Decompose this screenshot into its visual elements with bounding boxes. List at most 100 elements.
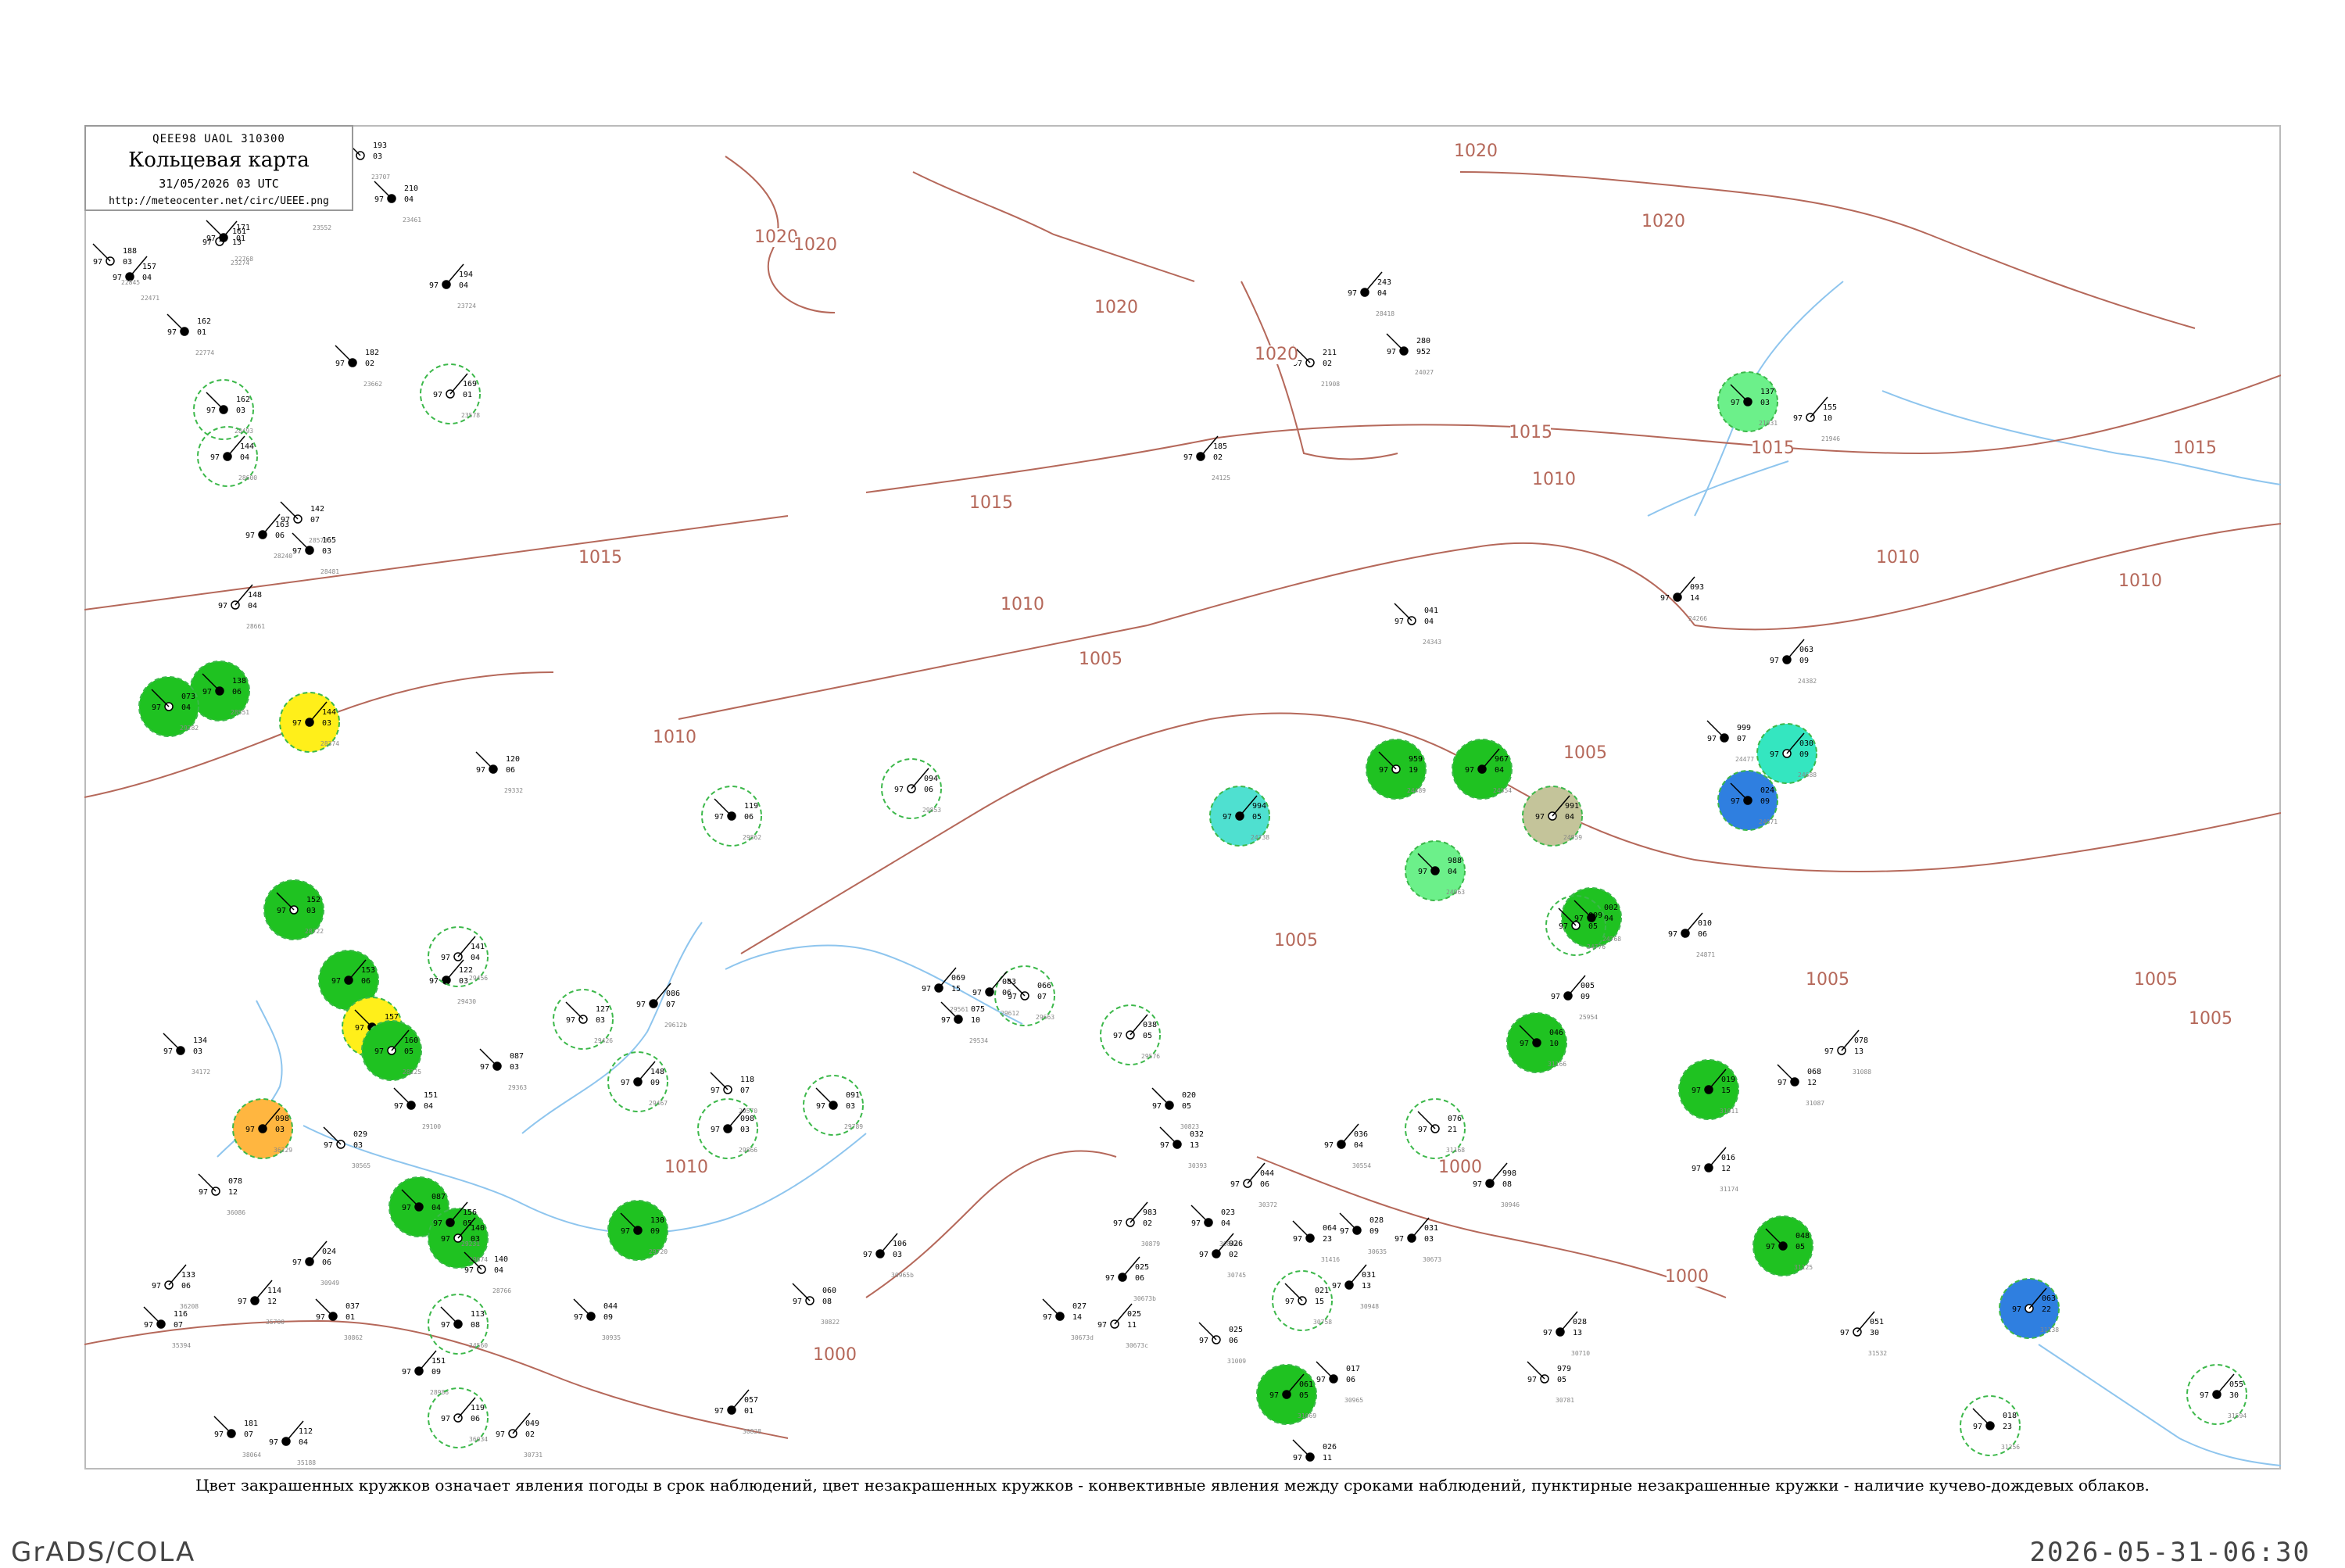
weather-station: 087 97 03 29363 — [479, 1048, 527, 1091]
weather-station: 967 97 04 24554 — [1452, 739, 1513, 800]
station-tendency: 06 — [1002, 989, 1011, 997]
weather-station: 044 97 09 30935 — [573, 1298, 621, 1341]
station-tendency: 30 — [1870, 1329, 1879, 1337]
isobar-label: 1000 — [1438, 1158, 1482, 1177]
station-pressure: 194 — [459, 270, 473, 279]
weather-station: 113 97 08 34560 — [428, 1294, 489, 1355]
station-temperature: 97 — [1160, 1141, 1169, 1150]
weather-station: 144 97 03 28374 — [279, 692, 340, 753]
station-tendency: 13 — [1362, 1282, 1371, 1291]
weather-station: 037 97 01 30862 — [315, 1298, 363, 1341]
weather-station: 169 97 01 23578 — [420, 363, 481, 424]
station-temperature: 97 — [1394, 618, 1404, 626]
isobar-label: 1010 — [664, 1158, 708, 1177]
station-temperature: 97 — [1668, 930, 1677, 939]
station-index: 23461 — [403, 217, 421, 224]
station-tendency: 06 — [744, 813, 754, 822]
station-index: 30565 — [352, 1162, 371, 1169]
station-tendency: 02 — [1323, 360, 1332, 368]
isobar-label: 1020 — [754, 227, 798, 247]
station-pressure: 165 — [322, 536, 336, 545]
station-temperature: 97 — [433, 1219, 442, 1228]
station-tendency: 04 — [494, 1266, 503, 1275]
station-pressure: 083 — [1002, 978, 1016, 986]
station-temperature: 97 — [1770, 657, 1779, 665]
isobar-label: 1005 — [2134, 970, 2178, 990]
isobar-label: 1010 — [653, 728, 696, 747]
station-pressure: 156 — [463, 1208, 477, 1217]
station-temperature: 97 — [1191, 1219, 1201, 1228]
station-pressure: 094 — [924, 775, 938, 783]
station-tendency: 01 — [744, 1407, 754, 1416]
station-index: 31088 — [1853, 1069, 1871, 1076]
station-index: 29576 — [1141, 1053, 1160, 1060]
station-pressure: 069 — [951, 974, 965, 983]
station-tendency: 02 — [1143, 1219, 1152, 1228]
station-tendency: 04 — [299, 1438, 308, 1447]
station-index: 30372 — [1258, 1201, 1277, 1208]
station-tendency: 22 — [2042, 1305, 2051, 1314]
station-pressure: 148 — [650, 1068, 664, 1076]
station-temperature: 97 — [316, 1313, 325, 1322]
isobar-label: 1010 — [1001, 595, 1044, 614]
station-temperature: 97 — [152, 703, 161, 712]
station-index: 30673c — [1126, 1342, 1148, 1349]
station-temperature: 97 — [277, 907, 286, 915]
station-index: 21946 — [1821, 435, 1840, 442]
station-pressure: 002 — [1604, 904, 1618, 912]
station-temperature: 97 — [402, 1204, 411, 1212]
station-index: 28374 — [320, 740, 339, 747]
station-temperature: 97 — [2200, 1391, 2209, 1400]
station-pressure: 280 — [1416, 337, 1430, 345]
isobar-1005-a — [740, 718, 1211, 954]
station-pressure: 134 — [193, 1036, 207, 1045]
station-index: 36086 — [227, 1209, 245, 1216]
weather-station: 055 97 30 31594 — [2186, 1364, 2247, 1425]
map-title: Кольцевая карта — [128, 149, 310, 172]
station-temperature: 97 — [144, 1321, 153, 1330]
station-temperature: 97 — [1152, 1102, 1162, 1111]
station-tendency: 06 — [924, 786, 933, 794]
station-tendency: 03 — [275, 1126, 285, 1134]
station-pressure: 032 — [1190, 1130, 1204, 1139]
weather-station: 027 97 14 30673d — [1042, 1298, 1094, 1341]
station-tendency: 08 — [1502, 1180, 1512, 1189]
station-index: 30673 — [1423, 1256, 1441, 1263]
map-url-link[interactable]: http://meteocenter.net/circ/UEEE.png — [86, 195, 352, 207]
station-tendency: 09 — [1799, 750, 1809, 759]
weather-station: 112 97 04 35188 — [269, 1420, 316, 1466]
station-pressure: 044 — [603, 1302, 618, 1311]
station-index: 24963 — [1446, 889, 1465, 896]
station-temperature: 97 — [292, 719, 302, 728]
station-temperature: 97 — [711, 1087, 720, 1095]
station-temperature: 97 — [1043, 1313, 1052, 1322]
station-temperature: 97 — [394, 1102, 403, 1111]
station-index: 31069 — [1298, 1412, 1316, 1419]
weather-station: 163 97 06 28240 — [245, 514, 292, 560]
station-index: 35700 — [266, 1319, 285, 1326]
isobar-1010-d — [1694, 523, 2281, 631]
station-temperature: 97 — [922, 985, 931, 993]
station-tendency: 06 — [322, 1258, 331, 1267]
station-pressure: 116 — [174, 1310, 188, 1319]
station-tendency: 05 — [1795, 1243, 1805, 1251]
station-temperature: 97 — [714, 1407, 724, 1416]
weather-station: 130 97 09 29720 — [607, 1200, 668, 1261]
weather-station: 019 97 15 31011 — [1678, 1059, 1739, 1120]
station-pressure: 127 — [596, 1005, 610, 1014]
station-temperature: 97 — [206, 234, 216, 243]
station-pressure: 243 — [1377, 278, 1391, 287]
station-pressure: 025 — [1229, 1326, 1243, 1334]
weather-station: 148 97 09 29467 — [607, 1051, 668, 1112]
station-pressure: 160 — [404, 1036, 418, 1045]
station-index: 38064 — [242, 1452, 261, 1459]
station-temperature: 97 — [374, 1047, 384, 1056]
station-pressure: 967 — [1495, 755, 1509, 764]
station-temperature: 97 — [402, 1368, 411, 1376]
station-temperature: 97 — [1707, 735, 1717, 743]
station-tendency: 13 — [1854, 1047, 1863, 1056]
station-pressure: 046 — [1549, 1029, 1563, 1037]
station-tendency: 03 — [322, 719, 331, 728]
station-pressure: 998 — [1502, 1169, 1516, 1178]
weather-station: 152 97 03 28722 — [263, 879, 324, 940]
